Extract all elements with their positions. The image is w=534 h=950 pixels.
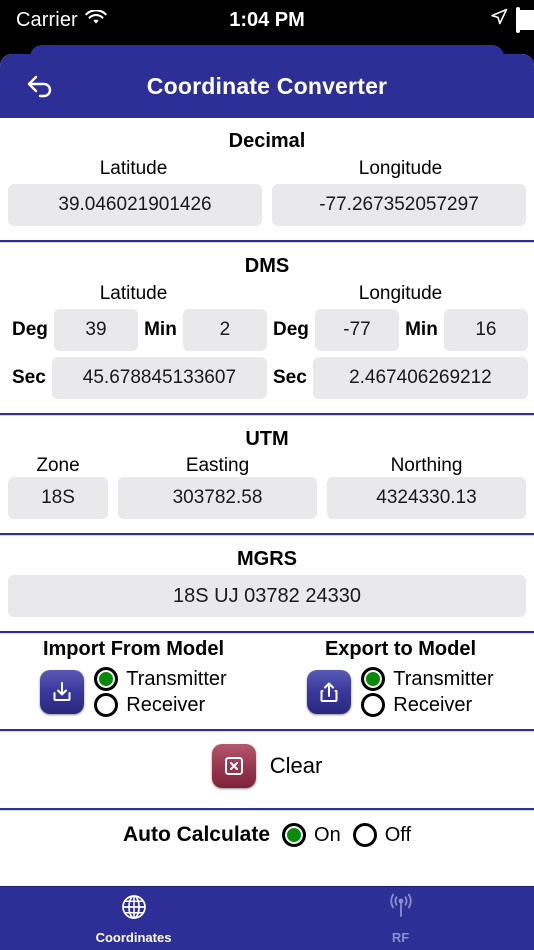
dms-lat-sec-label: Sec (12, 367, 46, 388)
utm-column-labels: Zone Easting Northing (0, 455, 534, 477)
export-share-icon[interactable] (307, 670, 352, 714)
utm-zone-label: Zone (36, 455, 80, 476)
export-radio-group: Transmitter Receiver (361, 667, 494, 717)
decimal-latitude-input[interactable]: 39.046021901426 (8, 184, 262, 226)
radio-icon[interactable] (282, 823, 307, 847)
utm-section-title: UTM (245, 428, 289, 450)
dms-section-title: DMS (244, 255, 290, 277)
page-title: Coordinate Converter (146, 72, 388, 99)
dms-seconds-row: Sec 45.678845133607 Sec 2.467406269212 (0, 351, 534, 399)
auto-calculate-off-label: Off (384, 823, 412, 846)
dms-lat-deg-input[interactable]: 39 (53, 309, 139, 351)
section-mgrs: MGRS 18S UJ 03782 24330 (0, 536, 534, 625)
utm-easting-input[interactable]: 303782.58 (118, 477, 317, 519)
utm-northing-label: Northing (390, 455, 463, 476)
globe-icon (119, 892, 149, 927)
tab-bar: Coordinates RF (0, 886, 534, 950)
status-bar-time: 1:04 PM (229, 8, 305, 31)
export-option-transmitter-label: Transmitter (393, 667, 494, 690)
export-option-transmitter[interactable]: Transmitter (361, 667, 494, 691)
import-option-transmitter[interactable]: Transmitter (94, 667, 227, 691)
utm-fields-row: 18S 303782.58 4324330.13 (0, 477, 534, 519)
export-option-receiver[interactable]: Receiver (361, 693, 493, 717)
dms-lat-sec-input[interactable]: 45.678845133607 (51, 357, 267, 399)
auto-calculate-option-on[interactable]: On (282, 823, 341, 847)
export-column: Export to Model Transmitter Receiver (267, 638, 534, 717)
export-body: Transmitter Receiver (267, 667, 534, 717)
dms-lon-min-label: Min (405, 319, 438, 340)
tab-rf-label: RF (391, 930, 410, 945)
dms-degrees-minutes-row: Deg 39 Min 2 Deg -77 Min 16 (0, 309, 534, 351)
modal-sheet: Coordinate Converter Decimal Latitude Lo… (0, 54, 534, 950)
dms-longitude-sec: Sec 2.467406269212 (267, 357, 528, 399)
utm-easting-label: Easting (185, 455, 250, 476)
decimal-longitude-label: Longitude (358, 158, 443, 179)
import-radio-group: Transmitter Receiver (94, 667, 227, 717)
mgrs-section-title: MGRS (237, 548, 297, 570)
radio-icon[interactable] (94, 667, 119, 691)
import-download-icon[interactable] (40, 670, 85, 714)
decimal-section-title: Decimal (228, 130, 306, 152)
import-column: Import From Model Transmitter Receiver (0, 638, 267, 717)
utm-northing-input[interactable]: 4324330.13 (327, 477, 526, 519)
navigation-bar: Coordinate Converter (0, 54, 534, 118)
dms-lon-sec-input[interactable]: 2.467406269212 (312, 357, 528, 399)
section-dms: DMS Latitude Longitude Deg 39 Min 2 Deg … (0, 243, 534, 407)
status-bar-right (490, 6, 534, 33)
utm-zone-input[interactable]: 18S (8, 477, 108, 519)
dms-latitude-deg-min: Deg 39 Min 2 (6, 309, 267, 351)
decimal-fields-row: 39.046021901426 -77.267352057297 (0, 184, 534, 226)
import-title: Import From Model (42, 638, 225, 660)
import-export-section: Import From Model Transmitter Receiver E… (0, 634, 534, 723)
dms-latitude-sec: Sec 45.678845133607 (6, 357, 267, 399)
clear-button-label[interactable]: Clear (270, 753, 323, 779)
tab-rf[interactable]: RF (267, 887, 534, 950)
auto-calculate-label: Auto Calculate (122, 823, 271, 846)
import-option-receiver-label: Receiver (126, 693, 206, 716)
auto-calculate-on-label: On (314, 823, 341, 846)
section-decimal: Decimal Latitude Longitude 39.0460219014… (0, 118, 534, 234)
status-bar: Carrier 1:04 PM (0, 0, 534, 40)
dms-column-labels: Latitude Longitude (0, 282, 534, 309)
radio-icon[interactable] (352, 823, 377, 847)
dms-longitude-deg-min: Deg -77 Min 16 (267, 309, 528, 351)
export-option-receiver-label: Receiver (393, 693, 473, 716)
dms-longitude-label: Longitude (358, 283, 443, 304)
radio-icon[interactable] (361, 693, 386, 717)
radio-icon[interactable] (361, 667, 386, 691)
content-area: Decimal Latitude Longitude 39.0460219014… (0, 118, 534, 847)
dms-latitude-label: Latitude (99, 283, 168, 304)
tab-coordinates-label: Coordinates (95, 930, 172, 945)
battery-icon (516, 6, 534, 33)
dms-lon-sec-label: Sec (273, 367, 307, 388)
location-arrow-icon (490, 8, 508, 32)
phone-screen: Carrier 1:04 PM Coordinate Converter Dec… (0, 0, 534, 950)
dms-lon-min-input[interactable]: 16 (443, 309, 528, 351)
auto-calculate-row: Auto Calculate On Off (0, 811, 534, 847)
dms-lat-min-input[interactable]: 2 (182, 309, 267, 351)
decimal-longitude-input[interactable]: -77.267352057297 (272, 184, 526, 226)
decimal-column-labels: Latitude Longitude (0, 157, 534, 184)
import-option-transmitter-label: Transmitter (126, 667, 227, 690)
export-title: Export to Model (324, 638, 477, 660)
import-body: Transmitter Receiver (0, 667, 267, 717)
tab-coordinates[interactable]: Coordinates (0, 887, 267, 950)
dms-lat-min-label: Min (144, 319, 177, 340)
section-utm: UTM Zone Easting Northing 18S 303782.58 … (0, 416, 534, 527)
import-option-receiver[interactable]: Receiver (94, 693, 226, 717)
radio-icon[interactable] (94, 693, 119, 717)
mgrs-input[interactable]: 18S UJ 03782 24330 (8, 575, 526, 617)
antenna-icon (386, 892, 416, 927)
decimal-latitude-label: Latitude (99, 158, 168, 179)
dms-lon-deg-label: Deg (273, 319, 309, 340)
back-arrow-icon[interactable] (22, 68, 58, 104)
x-square-icon[interactable] (211, 744, 256, 788)
dms-lon-deg-input[interactable]: -77 (314, 309, 400, 351)
clear-row: Clear (0, 732, 534, 802)
auto-calculate-option-off[interactable]: Off (352, 823, 412, 847)
dms-lat-deg-label: Deg (12, 319, 48, 340)
